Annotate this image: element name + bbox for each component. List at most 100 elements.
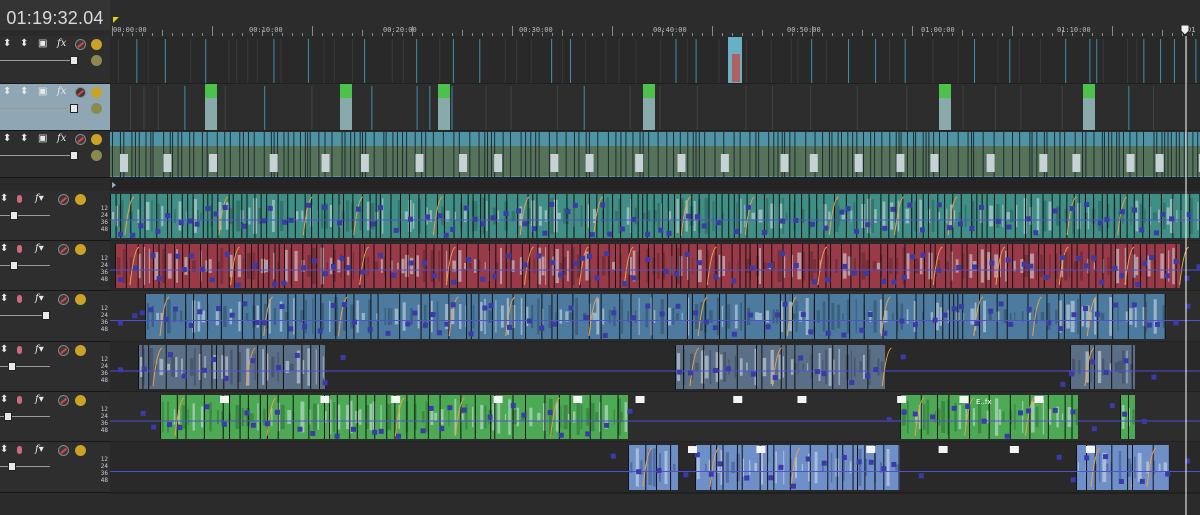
envelope-node[interactable] xyxy=(550,260,556,266)
event-menu-icon[interactable] xyxy=(493,396,503,403)
video-event[interactable] xyxy=(364,39,366,83)
envelope-node[interactable] xyxy=(901,274,907,280)
fx-chain-icon[interactable]: f▾ xyxy=(35,394,44,406)
envelope-node[interactable] xyxy=(223,375,229,381)
envelope-node[interactable] xyxy=(200,266,206,272)
envelope-node[interactable] xyxy=(823,225,829,231)
envelope-node[interactable] xyxy=(1025,408,1031,414)
envelope-node[interactable] xyxy=(297,426,303,432)
envelope-node[interactable] xyxy=(1021,261,1027,267)
envelope-node[interactable] xyxy=(825,277,831,283)
envelope-node[interactable] xyxy=(468,331,474,337)
envelope-node[interactable] xyxy=(425,214,431,220)
envelope-node[interactable] xyxy=(798,355,804,361)
envelope-node[interactable] xyxy=(974,321,980,327)
solo-icon[interactable] xyxy=(75,194,86,205)
video-track-1-header[interactable]: ⬍ ⬍ ▣ fx xyxy=(0,36,110,84)
envelope-node[interactable] xyxy=(301,265,307,271)
envelope-node[interactable] xyxy=(891,279,897,285)
envelope-node[interactable] xyxy=(250,358,256,364)
fx-chain-icon[interactable]: f▾ xyxy=(35,243,44,255)
envelope-node[interactable] xyxy=(1070,477,1076,483)
envelope-node[interactable] xyxy=(865,222,871,228)
envelope-node[interactable] xyxy=(703,319,709,325)
envelope-node[interactable] xyxy=(1071,312,1077,318)
video-event[interactable] xyxy=(1136,39,1138,83)
envelope-node[interactable] xyxy=(221,421,227,427)
envelope-node[interactable] xyxy=(734,228,740,234)
envelope-node[interactable] xyxy=(197,309,203,315)
video-event[interactable] xyxy=(1089,39,1091,83)
envelope-node[interactable] xyxy=(490,215,496,221)
video-event[interactable] xyxy=(416,86,418,130)
volume-slider-knob[interactable] xyxy=(10,211,18,220)
envelope-node[interactable] xyxy=(1084,202,1090,208)
volume-slider-knob[interactable] xyxy=(10,261,18,270)
envelope-node[interactable] xyxy=(1033,230,1039,236)
solo-icon[interactable] xyxy=(91,39,102,50)
envelope-node[interactable] xyxy=(693,310,699,316)
envelope-node[interactable] xyxy=(391,272,397,278)
envelope-node[interactable] xyxy=(351,319,357,325)
envelope-node[interactable] xyxy=(965,403,971,409)
envelope-node[interactable] xyxy=(886,416,892,422)
fx-chain-icon[interactable]: fx xyxy=(57,133,66,145)
video-event[interactable] xyxy=(686,39,688,83)
audio-track-4-header[interactable]: ⬍ f▾ 12 24 36 48 xyxy=(0,342,110,392)
envelope-node[interactable] xyxy=(130,232,136,238)
envelope-node[interactable] xyxy=(675,303,681,309)
envelope-node[interactable] xyxy=(656,467,662,473)
event-menu-icon[interactable] xyxy=(938,446,948,453)
envelope-node[interactable] xyxy=(250,422,256,428)
envelope-node[interactable] xyxy=(378,428,384,434)
video-event[interactable] xyxy=(1128,86,1130,130)
envelope-node[interactable] xyxy=(701,223,707,229)
envelope-node[interactable] xyxy=(674,271,680,277)
envelope-node[interactable] xyxy=(568,305,574,311)
video-event[interactable] xyxy=(439,39,441,83)
envelope-node[interactable] xyxy=(677,369,683,375)
envelope-node[interactable] xyxy=(408,216,414,222)
envelope-node[interactable] xyxy=(856,459,862,465)
video-event[interactable] xyxy=(618,39,620,83)
envelope-node[interactable] xyxy=(684,251,690,257)
envelope-node[interactable] xyxy=(155,228,161,234)
envelope-node[interactable] xyxy=(531,226,537,232)
event-menu-icon[interactable] xyxy=(797,396,807,403)
envelope-node[interactable] xyxy=(995,218,1001,224)
video-event[interactable] xyxy=(825,39,827,83)
envelope-node[interactable] xyxy=(1165,471,1171,477)
envelope-node[interactable] xyxy=(393,227,399,233)
envelope-node[interactable] xyxy=(814,369,820,375)
video-event[interactable] xyxy=(224,86,226,130)
envelope-node[interactable] xyxy=(852,270,858,276)
envelope-node[interactable] xyxy=(422,322,428,328)
fx-chain-icon[interactable]: f▾ xyxy=(35,293,44,305)
expand-icon[interactable]: ⬍ xyxy=(0,444,8,456)
envelope-node[interactable] xyxy=(210,356,216,362)
envelope-node[interactable] xyxy=(224,251,230,257)
envelope-node[interactable] xyxy=(1069,206,1075,212)
envelope-node[interactable] xyxy=(360,269,366,275)
envelope-node[interactable] xyxy=(659,311,665,317)
video-event[interactable] xyxy=(504,39,506,83)
video-event[interactable] xyxy=(962,86,964,130)
solo-icon[interactable] xyxy=(75,244,86,255)
envelope-node[interactable] xyxy=(141,366,147,372)
envelope-node[interactable] xyxy=(1149,254,1155,260)
envelope-node[interactable] xyxy=(782,301,788,307)
envelope-node[interactable] xyxy=(1089,359,1095,365)
envelope-node[interactable] xyxy=(1056,454,1062,460)
envelope-node[interactable] xyxy=(1118,478,1124,484)
video-event[interactable] xyxy=(1061,86,1063,130)
envelope-node[interactable] xyxy=(793,218,799,224)
video-event[interactable] xyxy=(1126,39,1128,83)
envelope-node[interactable] xyxy=(1122,411,1128,417)
envelope-node[interactable] xyxy=(978,204,984,210)
video-event[interactable] xyxy=(184,86,186,130)
envelope-node[interactable] xyxy=(261,218,267,224)
video-event[interactable] xyxy=(530,39,532,83)
video-event[interactable] xyxy=(205,39,207,83)
video-event[interactable] xyxy=(659,86,661,130)
envelope-node[interactable] xyxy=(607,231,613,237)
